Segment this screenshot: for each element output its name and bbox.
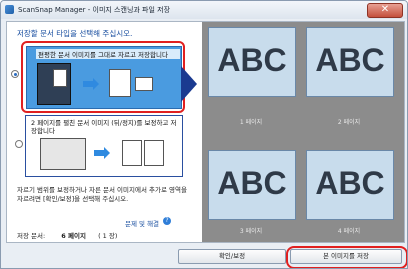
option2-radio[interactable] [15,140,23,148]
output-page-icon [109,69,131,97]
thumbnail-text: ABC [217,165,287,201]
option-flat-document[interactable]: 편평한 문서 이미지를 그대로 자르고 저장합니다 [21,41,185,113]
arrow-right-icon [94,147,110,159]
output-card-icon [135,77,153,91]
app-icon [5,5,14,14]
status-label: 저장 문서: [17,232,46,240]
option2-label: 2 페이지를 펼친 문서 이미지 (뒤/정지)를 보정하고 저장합니다 [31,119,177,135]
scansnap-dialog: ScanSnap Manager - 이미지 스캔닝과 파일 저장 ✕ 저장할 … [0,0,408,269]
close-button[interactable]: ✕ [367,3,403,18]
status-pages: 6 페이지 [61,232,86,240]
thumbnail-label-4: 4 페이지 [337,228,361,235]
thumbnail-label-1: 1 페이지 [239,119,263,126]
status-paren: ( 1 [98,232,107,240]
option-book-spread[interactable]: 2 페이지를 펼친 문서 이미지 (뒤/정지)를 보정하고 저장합니다 [25,115,183,177]
thumbnail-text: ABC [315,42,385,78]
output-left-page-icon [122,140,142,166]
main-content: 저장할 문서 타입을 선택해 주십시오. 편평한 문서 이미지를 그대로 자르고… [6,21,405,243]
thumbnail-page-3[interactable]: ABC [208,150,296,220]
thumbnail-page-2[interactable]: ABC [306,27,394,97]
window-title: ScanSnap Manager - 이미지 스캔닝과 파일 저장 [18,6,171,14]
thumbnail-label-2: 2 페이지 [337,119,361,126]
option1-label: 편평한 문서 이미지를 그대로 자르고 저장합니다 [36,49,180,59]
thumbnail-page-1[interactable]: ABC [208,27,296,97]
save-button-highlight: 본 이미지를 저장 [286,246,407,268]
help-link[interactable]: 문제 및 해결 [125,218,159,228]
thumbnail-text: ABC [217,42,287,78]
options-panel: 저장할 문서 타입을 선택해 주십시오. 편평한 문서 이미지를 그대로 자르고… [7,22,201,242]
output-right-page-icon [144,140,164,166]
thumbnail-page-4[interactable]: ABC [306,150,394,220]
option1-illustration: 편평한 문서 이미지를 그대로 자르고 저장합니다 [26,46,182,109]
description-text: 자르기 범위를 보정하거나 자른 문서 이미지에서 추가로 영역을 자르려면 [… [17,186,187,203]
save-image-button[interactable]: 본 이미지를 저장 [290,249,402,264]
thumbnail-panel: ABC 1 페이지 ABC 2 페이지 ABC 3 페이지 ABC 4 페이지 [202,22,404,242]
document-page-icon [53,69,67,87]
help-icon[interactable]: ? [163,217,171,225]
title-bar: ScanSnap Manager - 이미지 스캔닝과 파일 저장 ✕ [1,1,407,19]
selected-option-arrow-icon [181,66,197,102]
check-correct-button[interactable]: 확인/보정 [178,249,286,264]
arrow-right-icon [83,78,99,90]
saved-docs-status: 저장 문서: 6 페이지 ( 1 장) [17,230,193,240]
open-book-icon [40,138,86,170]
option1-radio[interactable] [11,70,19,78]
instruction-text: 저장할 문서 타입을 선택해 주십시오. [17,29,133,38]
thumbnail-label-3: 3 페이지 [239,228,263,235]
thumbnail-text: ABC [315,165,385,201]
footer-bar: 확인/보정 본 이미지를 저장 [1,243,407,268]
status-unit: 장) [108,232,118,240]
